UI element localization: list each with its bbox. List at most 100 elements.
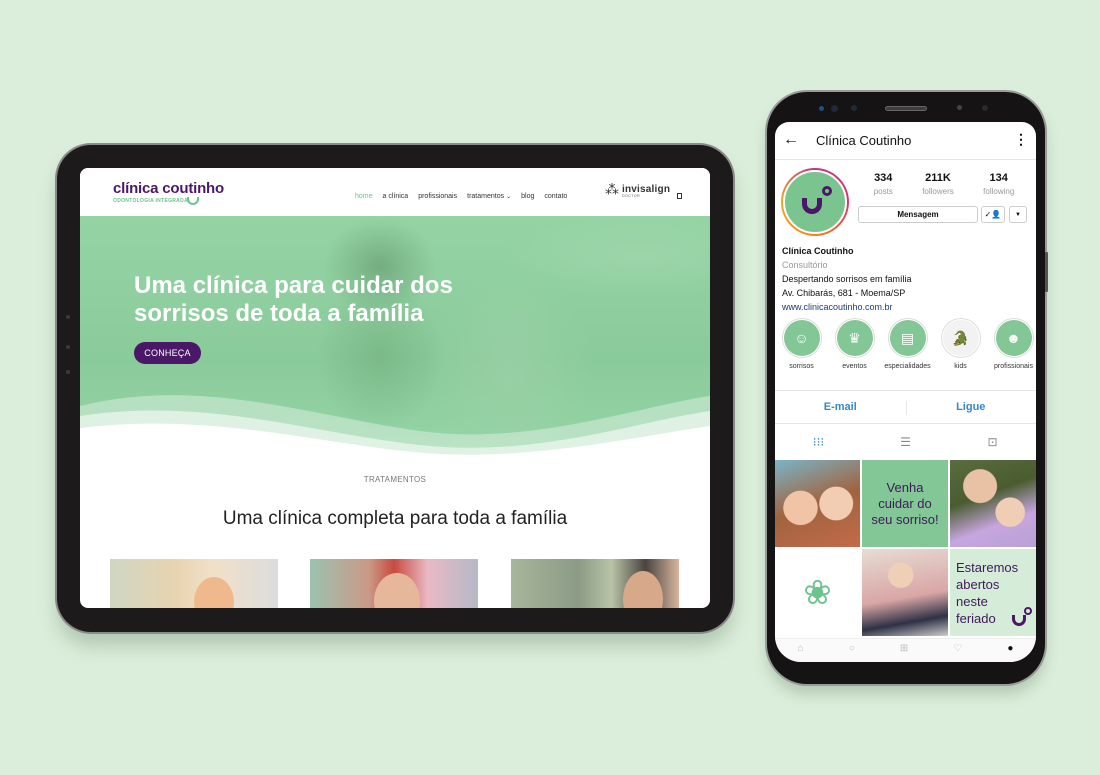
- tablet-sensor: [66, 370, 70, 374]
- instagram-screen: ← Clínica Coutinho ⋮ 334 posts 211K foll…: [775, 122, 1036, 662]
- hero-wave-decoration: [80, 395, 710, 456]
- invisalign-subtitle: DOCTOR: [622, 194, 641, 198]
- hero-title: Uma clínica para cuidar dos sorrisos de t…: [134, 272, 453, 327]
- highlight-ring: ☺: [781, 318, 822, 358]
- highlight-label: profissionais: [994, 363, 1033, 370]
- stat-posts[interactable]: 334 posts: [874, 172, 893, 196]
- highlight-ring: ▤: [887, 318, 928, 358]
- logo-dot-icon: [822, 186, 832, 196]
- tooth-crown-icon: ♛: [836, 320, 873, 356]
- dentist-icon: ☻: [995, 320, 1032, 356]
- back-arrow-icon[interactable]: ←: [783, 131, 799, 149]
- bio-name: Clínica Coutinho: [782, 246, 854, 256]
- list-icon[interactable]: ☰: [862, 424, 949, 460]
- stat-label: following: [983, 187, 1015, 196]
- highlight-especialidades[interactable]: ▤ especialidades: [884, 318, 931, 370]
- posts-grid: Venha cuidar do seu sorriso! ❀ Estaremos ab…: [775, 460, 1036, 636]
- profile-icon[interactable]: ●: [1007, 643, 1013, 654]
- highlight-label: sorrisos: [789, 363, 814, 370]
- activity-icon[interactable]: ♡: [953, 643, 962, 654]
- nav-a-clinica[interactable]: a clínica: [383, 193, 409, 200]
- post-text: Estaremos abertos neste feriado: [956, 559, 1019, 626]
- treatment-card-image[interactable]: [110, 559, 278, 608]
- section-title: Uma clínica completa para toda a família: [222, 508, 568, 529]
- tooth-bubbles-icon: ❀: [803, 573, 832, 612]
- stat-value: 334: [874, 172, 893, 184]
- ig-stats: 334 posts 211K followers 134 following: [859, 172, 1029, 196]
- hero-banner: Uma clínica para cuidar dos sorrisos de t…: [80, 216, 710, 456]
- ig-profile-title: Clínica Coutinho: [816, 133, 912, 148]
- phone-sensor: [819, 106, 824, 111]
- divider: [906, 401, 907, 415]
- post-venha-cuidar[interactable]: Venha cuidar do seu sorriso!: [862, 460, 948, 547]
- treatment-card-image[interactable]: [511, 559, 679, 608]
- nav-home[interactable]: home: [355, 193, 373, 200]
- ig-top-bar: ← Clínica Coutinho ⋮: [775, 122, 1036, 160]
- smile-logo-icon: [802, 198, 822, 214]
- invisalign-name: invisalign: [622, 183, 671, 195]
- phone-sensor: [851, 105, 857, 111]
- post-mother-daughter[interactable]: [775, 460, 860, 547]
- nav-tratamentos[interactable]: tratamentos ⌄: [467, 193, 511, 200]
- invisalign-star-icon: ⁂: [605, 181, 619, 197]
- highlight-kids[interactable]: 🐊 kids: [937, 318, 984, 370]
- tablet-camera: [66, 345, 70, 349]
- phone-power-button: [1045, 252, 1048, 292]
- site-header: clínica coutinho ODONTOLOGIA INTEGRADA h…: [80, 168, 710, 216]
- stat-value: 211K: [925, 172, 951, 184]
- crocodile-icon: 🐊: [942, 320, 979, 356]
- home-icon[interactable]: ⌂: [798, 643, 804, 654]
- bio-website-link[interactable]: www.clinicacoutinho.com.br: [782, 300, 912, 314]
- grid-icon[interactable]: ⁝⁝⁝: [775, 424, 862, 460]
- nav-profissionais[interactable]: profissionais: [418, 193, 457, 200]
- suggestions-dropdown-icon[interactable]: ▼: [1009, 206, 1027, 223]
- post-girl-laughing[interactable]: [862, 549, 948, 636]
- stat-followers[interactable]: 211K followers: [922, 172, 954, 196]
- woman-face-image: [374, 573, 420, 608]
- following-user-icon[interactable]: ✓👤: [981, 206, 1005, 223]
- section-label: TRATAMENTOS: [363, 475, 427, 484]
- invisalign-badge[interactable]: ⁂ invisalign DOCTOR: [605, 181, 671, 198]
- ig-bio: Clínica Coutinho Consultório Despertando…: [782, 244, 912, 314]
- highlight-eventos[interactable]: ♛ eventos: [831, 318, 878, 370]
- phone-device: ← Clínica Coutinho ⋮ 334 posts 211K foll…: [767, 92, 1048, 684]
- clipboard-tooth-icon: ▤: [889, 320, 926, 356]
- post-text: Venha cuidar do seu sorriso!: [871, 479, 939, 527]
- highlight-ring: 🐊: [940, 318, 981, 358]
- profile-tabs: ⁝⁝⁝ ☰ ⊡: [775, 424, 1036, 460]
- stat-following[interactable]: 134 following: [983, 172, 1014, 196]
- website-screen: clínica coutinho ODONTOLOGIA INTEGRADA h…: [80, 168, 710, 608]
- contact-bar: E-mail Ligue: [775, 390, 1036, 424]
- phone-camera: [831, 105, 838, 112]
- email-button[interactable]: E-mail: [775, 391, 906, 423]
- highlight-label: eventos: [842, 363, 867, 370]
- main-nav: home a clínica profissionais tratamentos…: [355, 193, 567, 200]
- post-estaremos-abertos[interactable]: Estaremos abertos neste feriado: [950, 549, 1036, 636]
- add-post-icon[interactable]: ⊞: [900, 643, 908, 654]
- smile-icon: ☺: [783, 320, 820, 356]
- ig-avatar[interactable]: [781, 168, 849, 236]
- site-logo[interactable]: clínica coutinho ODONTOLOGIA INTEGRADA: [113, 180, 224, 205]
- highlight-ring: ☻: [993, 318, 1034, 358]
- nav-contato[interactable]: contato: [544, 193, 567, 200]
- ig-bottom-nav: ⌂ ○ ⊞ ♡ ●: [775, 638, 1036, 662]
- logo-tagline: ODONTOLOGIA INTEGRADA: [113, 198, 188, 204]
- highlight-sorrisos[interactable]: ☺ sorrisos: [778, 318, 825, 370]
- search-icon[interactable]: ○: [849, 643, 855, 654]
- nav-blog[interactable]: blog: [521, 193, 534, 200]
- highlight-label: kids: [954, 363, 967, 370]
- treatment-card-image[interactable]: [310, 559, 478, 608]
- post-father-son[interactable]: [950, 460, 1036, 547]
- post-tooth-bubbles[interactable]: ❀: [775, 549, 860, 636]
- more-options-icon[interactable]: ⋮: [1014, 131, 1028, 148]
- tagged-icon[interactable]: ⊡: [949, 424, 1036, 460]
- stat-label: followers: [922, 187, 954, 196]
- highlight-profissionais[interactable]: ☻ profissionais: [990, 318, 1036, 370]
- message-button[interactable]: Mensagem: [858, 206, 978, 223]
- phone-front-camera: [957, 105, 962, 110]
- man-face-image: [623, 571, 663, 608]
- logo-wordmark: clínica coutinho: [113, 180, 224, 197]
- cart-icon[interactable]: [677, 193, 682, 199]
- conheca-button[interactable]: CONHEÇA: [134, 342, 201, 364]
- call-button[interactable]: Ligue: [906, 391, 1037, 423]
